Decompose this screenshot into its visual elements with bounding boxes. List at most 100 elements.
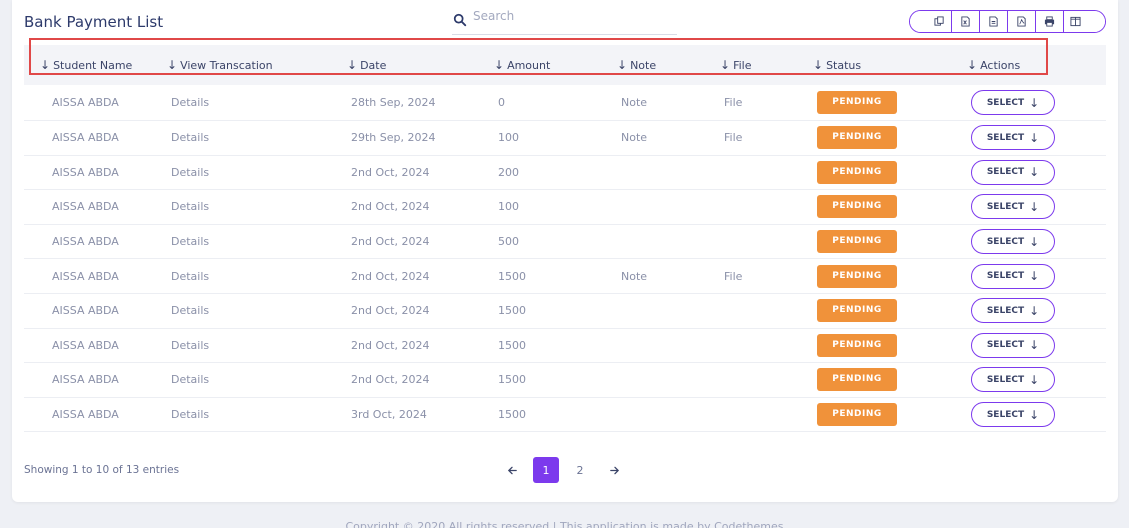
status-badge: PENDING (817, 299, 897, 323)
arrow-right-icon (609, 466, 619, 474)
sort-arrow-icon: ↓ (720, 58, 731, 72)
date-cell: 2nd Oct, 2024 (351, 165, 430, 179)
select-label: SELECT (986, 201, 1025, 212)
file-link[interactable]: File (724, 270, 817, 283)
print-button[interactable] (1035, 11, 1064, 32)
excel-button[interactable] (952, 11, 981, 32)
payments-table: ↓ Student Name ↓ View Transcation ↓ Date ↓ A… (24, 45, 1106, 433)
select-label: SELECT (986, 340, 1025, 351)
page-1-button[interactable]: 1 (533, 457, 559, 483)
entries-info: Showing 1 to 10 of 13 entries (24, 464, 180, 476)
amount-cell: 1500 (498, 269, 526, 283)
status-badge: PENDING (817, 333, 897, 357)
column-header-status[interactable]: ↓ Status (813, 58, 967, 72)
student-name-cell: AISSA ABDA (52, 408, 119, 422)
details-link[interactable]: Details (171, 131, 351, 144)
details-link[interactable]: Details (171, 96, 351, 109)
select-dropdown-button[interactable]: SELECT ↓ (971, 263, 1055, 289)
bank-payment-card: Bank Payment List ↓Student Name ↓V (12, 0, 1118, 502)
table-row[interactable]: AISSA ABDA Details 28th Sep, 2024 0 Note File… (24, 85, 1106, 121)
date-cell: 2nd Oct, 2024 (351, 200, 430, 214)
select-label: SELECT (986, 305, 1025, 316)
file-link[interactable]: File (724, 96, 817, 109)
copy-button[interactable] (910, 11, 953, 32)
column-header-actions[interactable]: ↓ Actions (967, 58, 1102, 72)
table-row[interactable]: AISSA ABDA Details 2nd Oct, 2024 200 PENDING… (24, 156, 1106, 191)
table-row[interactable]: AISSA ABDA Details 2nd Oct, 2024 1500 PENDIN… (24, 329, 1106, 364)
sort-arrow-icon: ↓ (494, 58, 505, 72)
details-link[interactable]: Details (171, 408, 351, 421)
page-2-button[interactable]: 2 (567, 457, 593, 483)
select-label: SELECT (986, 409, 1025, 420)
status-cell: PENDING (817, 333, 971, 357)
actions-cell: SELECT ↓ (971, 263, 1106, 289)
status-badge: PENDING (817, 160, 897, 184)
actions-cell: SELECT ↓ (971, 159, 1106, 185)
note-link[interactable]: Note (621, 96, 724, 109)
status-cell: PENDING (817, 126, 971, 150)
column-header-file[interactable]: ↓ File (720, 58, 813, 72)
table-row[interactable]: AISSA ABDA Details 3rd Oct, 2024 1500 PENDIN… (24, 398, 1106, 433)
status-badge: PENDING (817, 403, 897, 427)
sort-arrow-icon: ↓ (347, 58, 358, 72)
details-link[interactable]: Details (171, 373, 351, 386)
csv-button[interactable] (980, 11, 1008, 32)
copy-icon (934, 16, 944, 26)
table-row[interactable]: AISSA ABDA Details 2nd Oct, 2024 100 PENDING… (24, 190, 1106, 225)
amount-cell: 0 (498, 96, 505, 109)
column-header-date[interactable]: ↓ Date (347, 58, 494, 72)
status-cell: PENDING (817, 403, 971, 427)
status-cell: PENDING (817, 264, 971, 288)
table-row[interactable]: AISSA ABDA Details 29th Sep, 2024 100 Note Fi… (24, 121, 1106, 156)
column-header-student-name[interactable]: ↓ Student Name (24, 58, 171, 72)
table-row[interactable]: AISSA ABDA Details 2nd Oct, 2024 1500 PENDIN… (24, 363, 1106, 398)
status-cell: PENDING (817, 195, 971, 219)
select-dropdown-button[interactable]: SELECT ↓ (971, 229, 1055, 255)
select-dropdown-button[interactable]: SELECT ↓ (971, 90, 1055, 115)
amount-cell: 500 (498, 235, 519, 249)
file-link[interactable]: File (724, 131, 817, 144)
select-dropdown-button[interactable]: SELECT ↓ (971, 298, 1055, 324)
details-link[interactable]: Details (171, 235, 351, 248)
select-dropdown-button[interactable]: SELECT ↓ (971, 367, 1055, 393)
select-dropdown-button[interactable]: SELECT ↓ (971, 159, 1055, 185)
pdf-button[interactable] (1008, 11, 1036, 32)
amount-cell: 200 (498, 165, 519, 179)
details-link[interactable]: Details (171, 166, 351, 179)
search-input[interactable] (473, 8, 663, 23)
column-header-amount[interactable]: ↓ Amount (494, 58, 617, 72)
prev-page-button[interactable] (499, 457, 525, 483)
table-row[interactable]: AISSA ABDA Details 2nd Oct, 2024 1500 Note Fi… (24, 259, 1106, 294)
arrow-down-icon: ↓ (1029, 269, 1040, 284)
columns-button[interactable] (1063, 11, 1105, 32)
amount-cell: 1500 (498, 373, 526, 387)
arrow-down-icon: ↓ (1029, 303, 1040, 318)
details-link[interactable]: Details (171, 339, 351, 352)
details-link[interactable]: Details (171, 270, 351, 283)
select-label: SELECT (986, 236, 1025, 247)
status-badge: PENDING (817, 91, 897, 114)
details-link[interactable]: Details (171, 304, 351, 317)
actions-cell: SELECT ↓ (971, 332, 1106, 358)
note-link[interactable]: Note (621, 131, 724, 144)
student-name-cell: AISSA ABDA (52, 338, 119, 352)
date-cell: 29th Sep, 2024 (351, 131, 436, 145)
note-link[interactable]: Note (621, 270, 724, 283)
sort-arrow-icon: ↓ (40, 58, 51, 72)
actions-cell: SELECT ↓ (971, 194, 1106, 220)
print-icon (1044, 16, 1055, 27)
arrow-down-icon: ↓ (1029, 338, 1040, 353)
table-row[interactable]: AISSA ABDA Details 2nd Oct, 2024 500 PENDING… (24, 225, 1106, 260)
status-badge: PENDING (817, 230, 897, 254)
table-row[interactable]: AISSA ABDA Details 2nd Oct, 2024 1500 PENDIN… (24, 294, 1106, 329)
column-header-note[interactable]: ↓ Note (617, 58, 720, 72)
arrow-down-icon: ↓ (1029, 407, 1040, 422)
select-dropdown-button[interactable]: SELECT ↓ (971, 402, 1055, 428)
status-cell: PENDING (817, 91, 971, 114)
select-dropdown-button[interactable]: SELECT ↓ (971, 332, 1055, 358)
select-dropdown-button[interactable]: SELECT ↓ (971, 125, 1055, 151)
next-page-button[interactable] (601, 457, 627, 483)
details-link[interactable]: Details (171, 200, 351, 213)
column-header-view-transaction[interactable]: ↓ View Transcation (167, 58, 347, 72)
select-dropdown-button[interactable]: SELECT ↓ (971, 194, 1055, 220)
